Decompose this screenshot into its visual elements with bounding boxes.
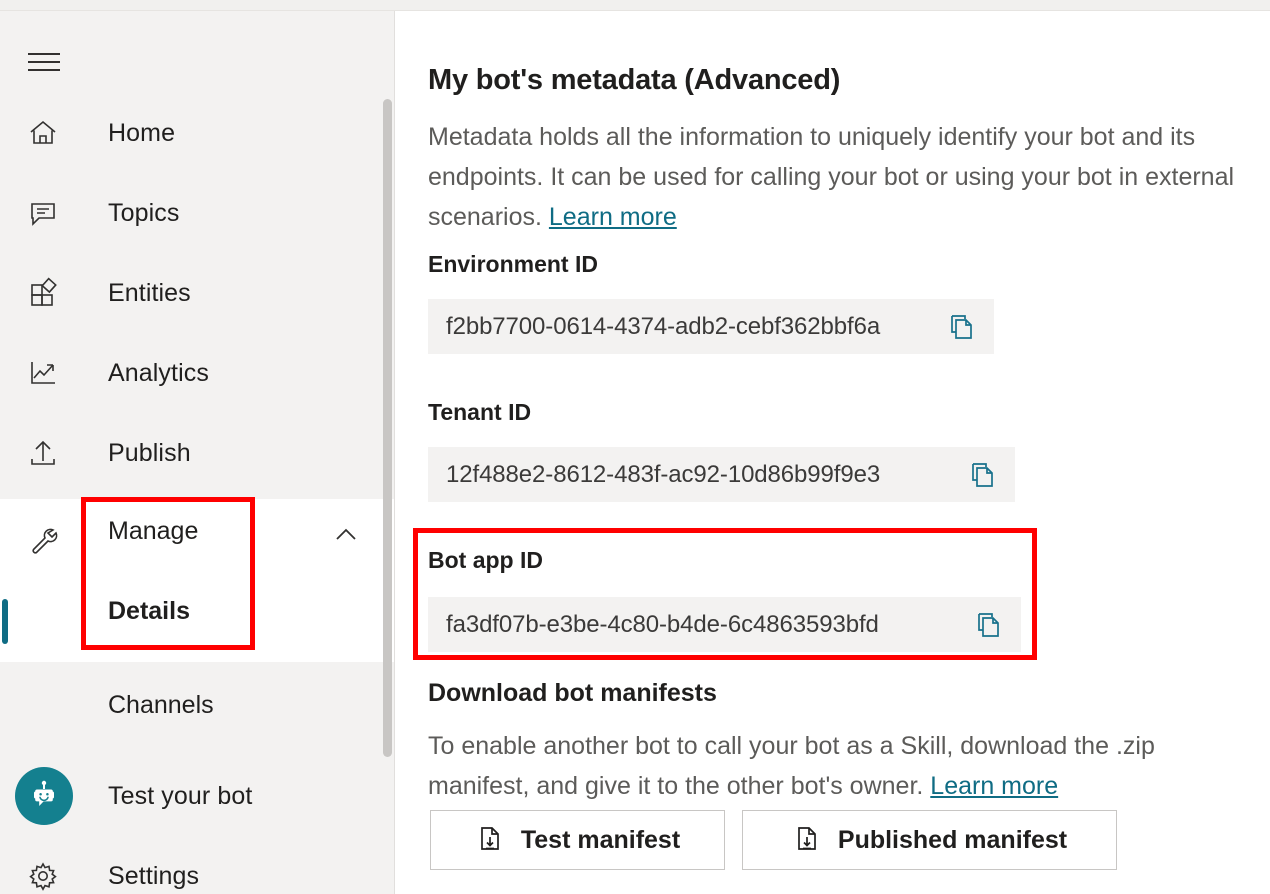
sidebar-item-details[interactable]: Details [0,581,394,662]
environment-id-label: Environment ID [428,251,598,277]
sidebar-item-label: Home [108,118,176,147]
published-manifest-label: Published manifest [837,825,1068,854]
sidebar-item-entities[interactable]: Entities [0,263,394,323]
hamburger-icon[interactable] [26,47,62,77]
app-root: Home Topics Entities Analytics Publish M… [0,0,1270,894]
test-manifest-label: Test manifest [520,825,681,854]
learn-more-link[interactable]: Learn more [930,772,1058,800]
sidebar: Home Topics Entities Analytics Publish M… [0,11,394,894]
sidebar-item-label: Analytics [108,358,209,387]
publish-upload-icon [22,432,64,474]
sidebar-item-label: Test your bot [108,781,253,810]
file-download-icon [475,825,505,855]
test-manifest-button[interactable]: Test manifest [430,810,725,870]
download-manifests-title: Download bot manifests [428,679,717,707]
top-strip [0,0,1270,10]
copy-icon[interactable] [946,310,980,344]
file-download-icon [792,825,822,855]
environment-id-value: f2bb7700-0614-4374-adb2-cebf362bbf6a [446,312,881,340]
environment-id-field[interactable]: f2bb7700-0614-4374-adb2-cebf362bbf6a [428,299,994,354]
sidebar-item-label: Settings [108,861,200,890]
sidebar-item-analytics[interactable]: Analytics [0,343,394,403]
home-icon [22,112,64,154]
sidebar-item-label: Channels [108,690,214,719]
tenant-id-field[interactable]: 12f488e2-8612-483f-ac92-10d86b99f9e3 [428,447,1015,502]
gear-icon [22,855,64,894]
sidebar-item-label: Publish [108,438,191,467]
sidebar-item-label: Topics [108,198,180,227]
sidebar-item-publish[interactable]: Publish [0,423,394,483]
tenant-id-value: 12f488e2-8612-483f-ac92-10d86b99f9e3 [446,460,881,488]
published-manifest-button[interactable]: Published manifest [742,810,1117,870]
wrench-icon [22,519,64,561]
bot-avatar-icon [15,767,73,825]
copy-icon[interactable] [973,608,1007,642]
sidebar-item-label: Entities [108,278,191,307]
sidebar-item-label: Manage [108,517,199,545]
sidebar-item-topics[interactable]: Topics [0,183,394,243]
chat-icon [22,192,64,234]
sidebar-item-channels[interactable]: Channels [0,673,394,737]
page-title: My bot's metadata (Advanced) [428,64,841,96]
bot-app-id-field[interactable]: fa3df07b-e3be-4c80-b4de-6c4863593bfd [428,597,1021,652]
bot-app-id-value: fa3df07b-e3be-4c80-b4de-6c4863593bfd [446,610,879,638]
copy-icon[interactable] [967,458,1001,492]
sidebar-item-label: Details [108,597,190,625]
selected-indicator [2,599,8,644]
bot-app-id-label: Bot app ID [428,547,543,573]
sidebar-scrollbar-thumb[interactable] [383,99,392,757]
sidebar-group-manage: Manage Details [0,499,394,662]
sidebar-item-home[interactable]: Home [0,103,394,163]
entities-icon [22,272,64,314]
sidebar-item-settings[interactable]: Settings [0,846,394,894]
chevron-up-icon[interactable] [328,517,364,553]
sidebar-item-manage[interactable]: Manage [0,499,394,581]
learn-more-link[interactable]: Learn more [549,203,677,231]
download-manifests-description: To enable another bot to call your bot a… [428,726,1252,806]
page-description: Metadata holds all the information to un… [428,117,1252,237]
main-panel: My bot's metadata (Advanced) Metadata ho… [395,11,1270,894]
analytics-chart-icon [22,352,64,394]
tenant-id-label: Tenant ID [428,399,532,425]
